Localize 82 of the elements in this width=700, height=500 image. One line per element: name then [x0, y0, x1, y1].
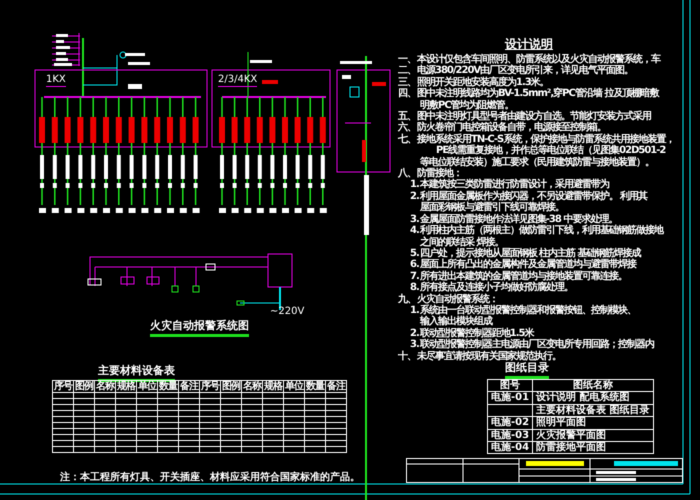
note-text: 所有接点及连接小子均做好防腐处理。 — [420, 282, 573, 294]
table-cell: 电施-01 — [491, 392, 530, 404]
column-header: 数量 — [304, 380, 326, 392]
table-cell: 电施-03 — [491, 430, 530, 441]
table-cell: 照明平面图 — [536, 417, 586, 428]
table-cell: 主要材料设备表 图纸目录 — [536, 404, 650, 416]
table-title: 主要材料设备表 — [98, 363, 175, 382]
incoming-line-drawing — [82, 38, 150, 97]
voltage-label: ~220V — [270, 306, 304, 317]
note-text: 照明开关距地安装高度为1.3米。 — [417, 76, 549, 88]
note-text: 未尽事宜请按现有关国家规范执行。 — [417, 350, 561, 362]
column-header: 图号 — [488, 380, 533, 392]
note-text: 图中未注明线路均为BV-1.5mm²,穿PC管沿墙 拉及顶棚暗敷 — [417, 88, 658, 100]
note-number: 3. — [410, 339, 419, 350]
column-header: 名称 — [94, 380, 116, 392]
note-number: 七、 — [398, 134, 416, 146]
column-header: 单位 — [136, 380, 158, 392]
column-header: 序号 — [52, 380, 74, 392]
note-text: 利用屋面金属板作为接闪器，不另设避雷带保护。 利用其 — [420, 190, 648, 202]
note-text: 等电位联结安装）施工要求（民用建筑防雷与接地装置）。 — [420, 156, 654, 168]
panel-label: 1KX — [46, 74, 66, 87]
note-text: 四户处，提示接地从屋面钢板 柱内主筋 基础钢筋焊接成 — [420, 248, 641, 259]
note-number: 五、 — [398, 111, 416, 122]
column-header: 单位 — [284, 380, 304, 392]
note-number: 3. — [410, 214, 419, 225]
diagram-title: 火灾自动报警系统图 — [150, 318, 249, 337]
column-header: 规格 — [262, 380, 284, 392]
table-cell: 电施-04 — [491, 442, 530, 454]
column-header: 图例 — [220, 380, 242, 392]
note-number: 十、 — [398, 350, 416, 362]
note-number: 6. — [410, 259, 419, 271]
table-cell: 火灾报警平面图 — [536, 430, 606, 441]
note-text: 防火卷帘门电控箱设备自带，电源接至控制箱。 — [417, 122, 606, 134]
note-number: 2. — [410, 328, 419, 339]
note-text: 本设计仅包含车间照明、防雷系统以及火灾自动报警系统，车 — [417, 54, 660, 65]
note-text: 火灾自动报警系统： — [417, 294, 498, 305]
table-cell: 设计说明 配电系统图 — [536, 392, 630, 404]
note-number: 1. — [410, 304, 419, 316]
note-text: 接地系统采用TN-C-S系统，保护接地与防雷系统共用接地装置， — [417, 134, 674, 145]
note-number: 八、 — [398, 168, 416, 180]
notes-title: 设计说明 — [505, 36, 553, 53]
note-text: 电源380/220V由厂区变电所引来，详见电气平面图。 — [417, 65, 634, 76]
note-number: 8. — [410, 282, 419, 294]
note-text: 系统由一台联动型报警控制器和报警按钮、控制模块、 — [420, 304, 636, 316]
note-text: 输入输出模块组成 — [420, 316, 492, 328]
legend-drawing — [52, 32, 80, 66]
note-text: PE线需重复接地，并作总等电位联结（见图集02D501-2 — [436, 145, 666, 156]
note-text: 防雷接地： — [417, 168, 462, 180]
column-header: 图纸名称 — [532, 380, 654, 392]
note-text: 金属屋面防雷接地作法详见图集-38 中要求处理。 — [420, 214, 618, 225]
column-header: 规格 — [116, 380, 136, 392]
note-number: 2. — [410, 190, 419, 202]
table-cell: 防雷接地平面图 — [536, 442, 606, 454]
note-number: 一、 — [398, 54, 416, 66]
note-number: 九、 — [398, 294, 416, 305]
column-header: 序号 — [200, 380, 220, 392]
note-number: 4. — [410, 225, 419, 236]
note-text: 联动型报警控制器距地1.5米 — [420, 328, 534, 339]
table-title: 图纸目录 — [505, 360, 549, 379]
note-number: 六、 — [398, 122, 416, 134]
note-text: 屋面彩钢板与避雷引下线可靠焊接。 — [420, 202, 564, 214]
column-header: 图例 — [74, 380, 94, 392]
column-header: 名称 — [242, 380, 262, 392]
table-cell: 电施-02 — [491, 417, 530, 428]
note-number: 二、 — [398, 65, 416, 77]
column-header: 数量 — [158, 380, 178, 392]
note-number: 四、 — [398, 88, 416, 100]
table-note: 注：本工程所有灯具、开关插座、材料应采用符合国家标准的产品。 — [60, 470, 360, 484]
note-text: 屋面上所有凸出的金属构件及金属管道均与避雷带焊接 — [420, 259, 636, 270]
note-text: 图中未注明灯具型号者由建设方自选。节能灯安装方式采用 — [417, 111, 651, 122]
note-text: 本建筑按三类防雷进行防雷设计，采用避雷带为 — [420, 179, 609, 190]
note-number: 三、 — [398, 76, 416, 88]
note-text: 联动型报警控制器主电源由厂区变电所专用回路；控制器内 — [420, 339, 654, 350]
note-text: 之间的联结采 焊接。 — [420, 236, 504, 248]
note-text: 明敷PC管均为阻燃管。 — [420, 100, 514, 111]
column-header: 备注 — [326, 380, 346, 392]
note-number: 7. — [410, 270, 419, 282]
column-header: 备注 — [178, 380, 200, 392]
note-number: 1. — [410, 179, 419, 191]
note-text: 所有进出本建筑的金属管道均与接地装置可靠连接。 — [420, 270, 627, 282]
note-text: 利用柱内主筋（两根主）做防雷引下线，利用基础钢筋做接地 — [420, 225, 663, 236]
note-number: 5. — [410, 248, 419, 260]
